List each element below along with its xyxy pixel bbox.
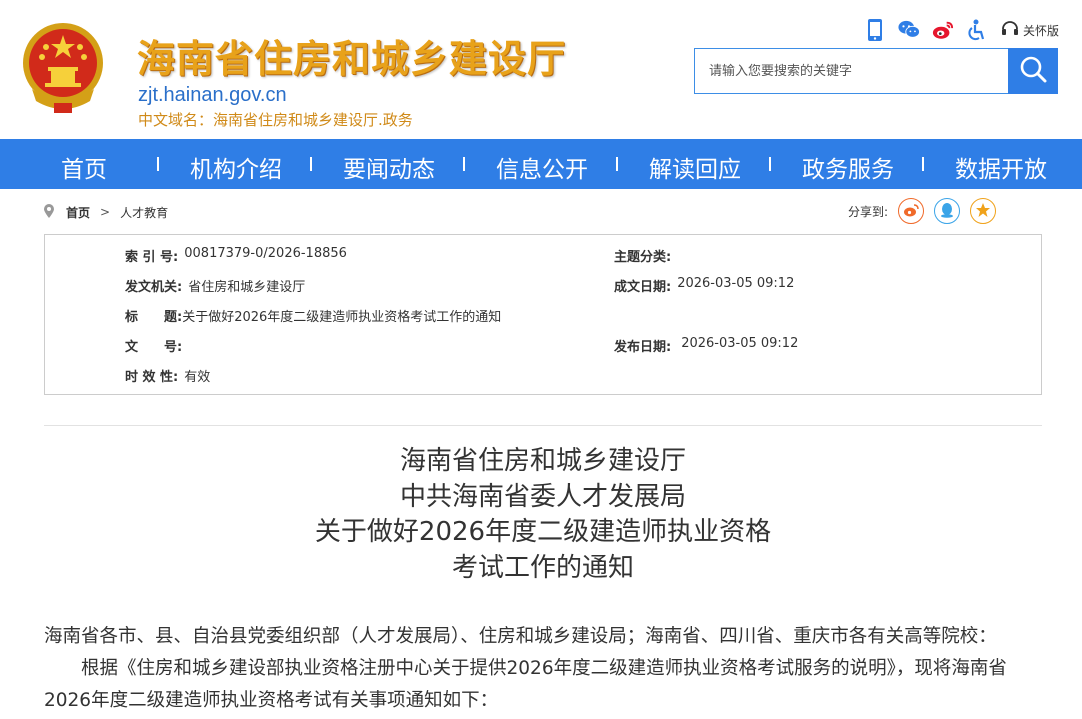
validity-row: 时 效 性: 有效 (125, 366, 210, 386)
main-nav: 首页 机构介绍 要闻动态 信息公开 解读回应 政务服务 数据开放 (0, 139, 1082, 189)
nav-item-about[interactable]: 机构介绍 (190, 150, 282, 184)
category-label: 主题分类: (614, 250, 672, 265)
search-icon (1018, 54, 1048, 88)
title-value: 关于做好2026年度二级建造师执业资格考试工作的通知 (182, 310, 502, 325)
nav-divider (922, 157, 924, 171)
nav-divider (157, 157, 159, 171)
breadcrumb-home[interactable]: 首页 (66, 204, 90, 221)
document-number-row: 文 号: (125, 336, 182, 356)
issuer-value: 省住房和城乡建设厅 (188, 280, 306, 295)
article-title-line: 海南省住房和城乡建设厅 (399, 446, 686, 476)
wechat-icon[interactable] (898, 18, 920, 42)
index-number-label: 索 引 号: (125, 250, 179, 265)
share-qq-button[interactable] (934, 198, 961, 224)
nav-divider (310, 157, 312, 171)
category-row: 主题分类: (614, 246, 671, 266)
care-mode-label: 关怀版 (1023, 23, 1060, 38)
nav-item-news[interactable]: 要闻动态 (343, 150, 435, 184)
site-chinese-domain: 中文域名：海南省住房和城乡建设厅.政务 (138, 111, 413, 129)
issuer-label: 发文机关: (125, 280, 183, 295)
breadcrumb-current[interactable]: 人才教育 (120, 204, 168, 221)
nav-divider (769, 157, 771, 171)
search-button[interactable] (1008, 48, 1058, 94)
site-header: 海南省住房和城乡建设厅 zjt.hainan.gov.cn 中文域名：海南省住房… (0, 0, 1082, 139)
document-metadata-box: 索 引 号: 00817379-0/2026-18856 主题分类: 发文机关:… (44, 234, 1042, 395)
nav-divider (463, 157, 465, 171)
weibo-icon (903, 203, 919, 220)
weibo-icon[interactable] (932, 18, 954, 42)
article-title: 海南省住房和城乡建设厅 中共海南省委人才发展局 关于做好2026年度二级建造师执… (44, 444, 1042, 586)
published-date-label: 发布日期: (614, 340, 672, 355)
search-input[interactable] (694, 48, 1008, 94)
accessibility-icon[interactable] (966, 18, 988, 42)
index-number-row: 索 引 号: 00817379-0/2026-18856 (125, 246, 347, 266)
nav-item-open-data[interactable]: 数据开放 (955, 150, 1047, 184)
header-tools: 关怀版 (864, 16, 1059, 44)
article-title-line: 关于做好2026年度二级建造师执业资格 (314, 517, 772, 547)
title-row: 标 题: 关于做好2026年度二级建造师执业资格考试工作的通知 (125, 306, 501, 326)
breadcrumb-arrow: > (100, 205, 111, 219)
nav-item-home[interactable]: 首页 (61, 150, 107, 184)
care-mode-toggle[interactable]: 关怀版 (1000, 19, 1059, 42)
title-label: 标 题: (125, 310, 183, 325)
article-title-line: 考试工作的通知 (451, 552, 634, 583)
share-bar: 分享到: (848, 196, 997, 226)
qq-icon (940, 202, 954, 221)
published-date-row: 发布日期: 2026-03-05 09:12 (614, 336, 798, 356)
article-paragraph: 根据《住房和城乡建设部执业资格注册中心关于提供2026年度二级建造师执业资格考试… (44, 658, 1007, 679)
share-weibo-button[interactable] (898, 198, 925, 224)
share-qzone-button[interactable] (970, 198, 997, 224)
nav-item-disclosure[interactable]: 信息公开 (496, 150, 588, 184)
issuer-row: 发文机关: 省住房和城乡建设厅 (125, 276, 305, 296)
created-date-value: 2026-03-05 09:12 (677, 276, 795, 291)
content-divider (44, 425, 1042, 426)
share-label: 分享到: (848, 204, 889, 219)
validity-label: 时 效 性: (125, 370, 179, 385)
breadcrumb: 首页 > 人才教育 (44, 202, 168, 222)
validity-value: 有效 (184, 370, 211, 385)
document-number-label: 文 号: (125, 340, 183, 355)
search-box (694, 48, 1058, 94)
index-number-value: 00817379-0/2026-18856 (184, 246, 347, 261)
article-paragraph-continued: 2026年度二级建造师执业资格考试有关事项通知如下： (44, 690, 499, 711)
site-title[interactable]: 海南省住房和城乡建设厅 (137, 28, 566, 83)
nav-divider (616, 157, 618, 171)
created-date-label: 成文日期: (614, 280, 672, 295)
published-date-value: 2026-03-05 09:12 (681, 336, 799, 351)
location-pin-icon (44, 203, 54, 221)
nav-item-services[interactable]: 政务服务 (802, 150, 894, 184)
created-date-row: 成文日期: 2026-03-05 09:12 (614, 276, 794, 296)
site-domain[interactable]: zjt.hainan.gov.cn (138, 84, 287, 107)
qzone-star-icon (975, 202, 991, 221)
care-mode-icon (1000, 19, 1020, 42)
article-salutation: 海南省各市、县、自治县党委组织部（人才发展局）、住房和城乡建设局；海南省、四川省… (44, 626, 997, 647)
nav-item-interpretation[interactable]: 解读回应 (649, 150, 741, 184)
article-title-line: 中共海南省委人才发展局 (399, 481, 686, 512)
national-emblem-logo (18, 17, 108, 117)
mobile-icon[interactable] (864, 18, 886, 42)
